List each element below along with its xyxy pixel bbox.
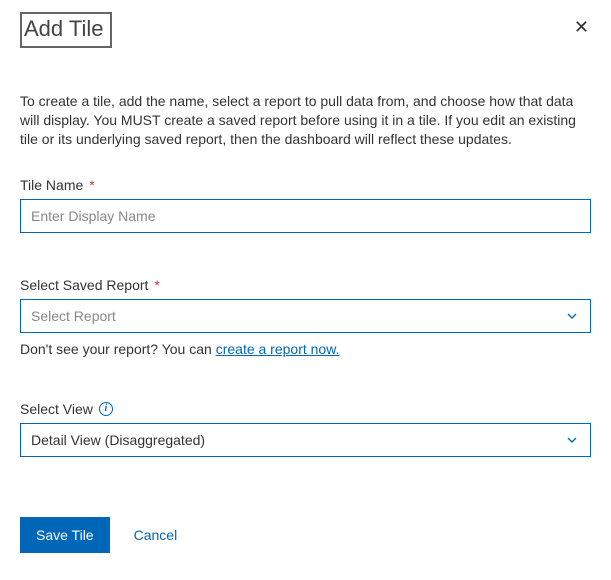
hint-prefix: Don't see your report? You can <box>20 341 216 357</box>
tile-name-label: Tile Name <box>20 177 83 193</box>
saved-report-select[interactable]: Select Report <box>20 299 591 333</box>
dialog-title: Add Tile <box>20 12 112 48</box>
view-field: Select View i Detail View (Disaggregated… <box>20 401 591 457</box>
saved-report-label: Select Saved Report <box>20 277 148 293</box>
chevron-down-icon <box>564 432 580 448</box>
dialog-footer: Save Tile Cancel <box>20 517 591 553</box>
saved-report-placeholder: Select Report <box>31 308 116 324</box>
required-indicator: * <box>89 178 94 192</box>
close-icon[interactable]: ✕ <box>574 12 591 36</box>
saved-report-hint: Don't see your report? You can create a … <box>20 341 591 357</box>
view-label: Select View <box>20 401 93 417</box>
dialog-description: To create a tile, add the name, select a… <box>20 92 591 149</box>
create-report-link[interactable]: create a report now. <box>216 341 340 357</box>
chevron-down-icon <box>564 308 580 324</box>
tile-name-field: Tile Name * <box>20 177 591 233</box>
save-tile-button[interactable]: Save Tile <box>20 517 110 553</box>
required-indicator: * <box>154 278 159 292</box>
cancel-button[interactable]: Cancel <box>134 527 178 543</box>
saved-report-field: Select Saved Report * Select Report Don'… <box>20 277 591 357</box>
info-icon[interactable]: i <box>99 402 113 416</box>
view-select[interactable]: Detail View (Disaggregated) <box>20 423 591 457</box>
view-value: Detail View (Disaggregated) <box>31 432 205 448</box>
tile-name-input[interactable] <box>20 199 591 233</box>
